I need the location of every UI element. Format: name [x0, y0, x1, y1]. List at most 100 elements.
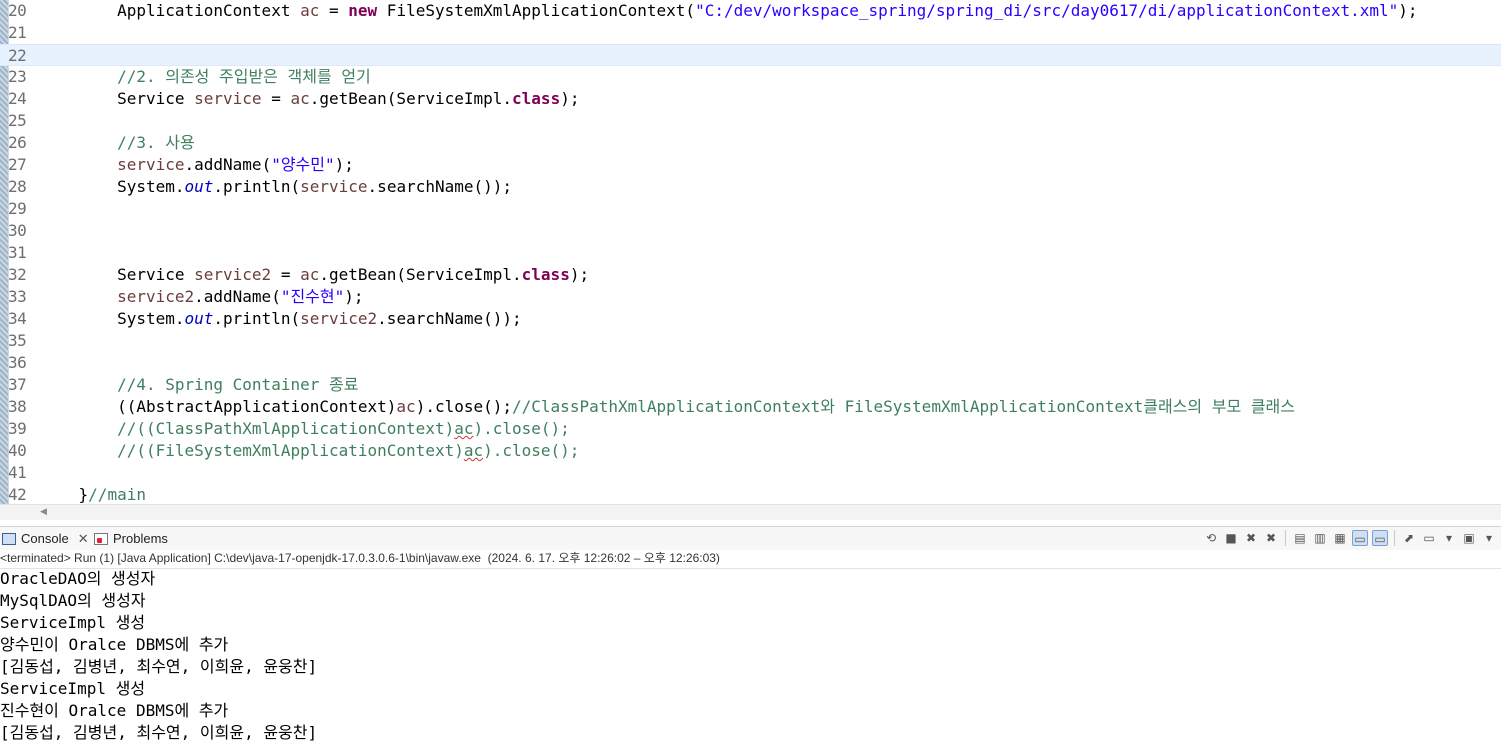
code-token: //4. Spring Container 종료 — [117, 375, 359, 394]
code-token: ); — [1398, 1, 1418, 20]
code-token: ac — [463, 441, 484, 460]
scroll-lock-icon[interactable]: ▥ — [1312, 530, 1328, 546]
code-line[interactable]: 26 //3. 사용 — [0, 132, 1501, 154]
code-token: .getBean(ServiceImpl. — [309, 89, 513, 108]
remove-all-terminated-icon[interactable]: ✖ — [1263, 530, 1279, 546]
console-output[interactable]: OracleDAO의 생성자 MySqlDAO의 생성자 ServiceImpl 생… — [0, 568, 1501, 744]
line-number: 39 — [8, 419, 27, 438]
code-line[interactable]: 25 — [0, 110, 1501, 132]
tab-problems[interactable]: Problems — [94, 529, 168, 549]
line-number: 36 — [8, 353, 27, 372]
tab-problems-label: Problems — [113, 531, 168, 546]
code-line[interactable]: 36 — [0, 352, 1501, 374]
code-token: FileSystemXmlApplicationContext( — [377, 1, 696, 20]
chevron-down-icon[interactable]: ▾ — [1441, 530, 1457, 546]
console-output-line: MySqlDAO의 생성자 — [0, 591, 146, 610]
code-text: }//main — [40, 484, 146, 504]
code-token: ac — [300, 1, 320, 20]
line-number: 41 — [8, 463, 27, 482]
code-token: ac — [396, 397, 416, 416]
code-line[interactable]: 22 — [0, 44, 1501, 66]
clear-console-icon[interactable]: ▤ — [1292, 530, 1308, 546]
code-token: new — [348, 1, 378, 20]
code-token: .searchName()); — [377, 309, 522, 328]
code-token: = — [271, 265, 301, 284]
line-number: 28 — [8, 177, 27, 196]
code-line[interactable]: 37 //4. Spring Container 종료 — [0, 374, 1501, 396]
code-line[interactable]: 29 — [0, 198, 1501, 220]
code-editor[interactable]: 20 ApplicationContext ac = new FileSyste… — [0, 0, 1501, 504]
code-token: "진수현" — [280, 287, 345, 306]
chevron-down-icon[interactable]: ▾ — [1481, 530, 1497, 546]
code-token: ac — [454, 419, 474, 438]
code-token: = — [319, 1, 349, 20]
show-on-stderr-icon[interactable]: ▭ — [1372, 530, 1388, 546]
console-output-line: 진수현이 Oralce DBMS에 추가 — [0, 701, 229, 720]
scroll-left-arrow-icon[interactable]: ◀ — [40, 507, 47, 517]
code-text: ApplicationContext ac = new FileSystemXm… — [40, 0, 1418, 22]
code-token: //((ClassPathXmlApplicationContext) — [117, 419, 455, 438]
code-line[interactable]: 33 service2.addName("진수현"); — [0, 286, 1501, 308]
console-status-line: <terminated> Run (1) [Java Application] … — [0, 550, 1501, 569]
code-text: Service service = ac.getBean(ServiceImpl… — [40, 88, 579, 110]
open-console-icon[interactable]: ▣ — [1461, 530, 1477, 546]
code-line[interactable]: 28 System.out.println(service.searchName… — [0, 176, 1501, 198]
tab-console[interactable]: Console ✕ — [2, 529, 89, 549]
terminate-icon[interactable]: ■ — [1223, 530, 1239, 546]
code-line[interactable]: 20 ApplicationContext ac = new FileSyste… — [0, 0, 1501, 22]
console-output-line: OracleDAO의 생성자 — [0, 569, 156, 588]
console-toolbar: ⟲ ■ ✖ ✖ ▤ ▥ ▦ ▭ ▭ ⬈ ▭ ▾ ▣ ▾ — [1203, 530, 1497, 546]
code-line[interactable]: 35 — [0, 330, 1501, 352]
console-output-line: ServiceImpl 생성 — [0, 679, 146, 698]
display-selected-console-icon[interactable]: ▭ — [1421, 530, 1437, 546]
code-line[interactable]: 31 — [0, 242, 1501, 264]
line-number: 34 — [8, 309, 27, 328]
code-token: ).close(); — [483, 441, 580, 460]
code-line[interactable]: 39 //((ClassPathXmlApplicationContext)ac… — [0, 418, 1501, 440]
code-line[interactable]: 34 System.out.println(service2.searchNam… — [0, 308, 1501, 330]
code-token: //main — [88, 485, 146, 504]
code-line[interactable]: 27 service.addName("양수민"); — [0, 154, 1501, 176]
console-icon — [2, 533, 16, 545]
code-token: class — [521, 265, 570, 284]
code-token: ApplicationContext — [40, 1, 301, 20]
code-token: Service — [40, 265, 195, 284]
code-line[interactable]: 23 //2. 의존성 주입받은 객체를 얻기 — [0, 66, 1501, 88]
code-line[interactable]: 41 — [0, 462, 1501, 484]
code-token: .addName( — [184, 155, 272, 174]
word-wrap-icon[interactable]: ▦ — [1332, 530, 1348, 546]
remove-launch-icon[interactable]: ✖ — [1243, 530, 1259, 546]
code-token: ); — [569, 265, 590, 284]
code-line[interactable]: 24 Service service = ac.getBean(ServiceI… — [0, 88, 1501, 110]
code-text: System.out.println(service.searchName())… — [40, 176, 512, 198]
code-token: //2. 의존성 주입받은 객체를 얻기 — [117, 67, 371, 86]
code-token: .println( — [213, 309, 301, 328]
code-line[interactable]: 30 — [0, 220, 1501, 242]
code-token: ac — [290, 89, 310, 108]
editor-horizontal-scrollbar[interactable]: ◀ — [0, 504, 1501, 520]
code-line[interactable]: 32 Service service2 = ac.getBean(Service… — [0, 264, 1501, 286]
console-tab-bar: Console ✕ Problems ⟲ ■ ✖ ✖ ▤ ▥ ▦ ▭ ▭ ⬈ ▭… — [0, 526, 1501, 551]
console-output-line: 양수민이 Oralce DBMS에 추가 — [0, 635, 229, 654]
code-line[interactable]: 21 — [0, 22, 1501, 44]
code-token: class — [512, 89, 561, 108]
pin-console-icon[interactable]: ⟲ — [1203, 530, 1219, 546]
code-token: .println( — [213, 177, 301, 196]
line-number: 38 — [8, 397, 27, 416]
code-line[interactable]: 42 }//main — [0, 484, 1501, 504]
code-token: ); — [344, 287, 364, 306]
code-text: ((AbstractApplicationContext)ac).close()… — [40, 396, 1295, 418]
line-number: 32 — [8, 265, 27, 284]
code-token: Service — [40, 89, 195, 108]
close-icon[interactable]: ✕ — [78, 529, 89, 549]
code-text: //((FileSystemXmlApplicationContext)ac).… — [40, 440, 579, 462]
code-token: ac — [300, 265, 320, 284]
code-line[interactable]: 38 ((AbstractApplicationContext)ac).clos… — [0, 396, 1501, 418]
pin-icon[interactable]: ⬈ — [1401, 530, 1417, 546]
show-on-stdout-icon[interactable]: ▭ — [1352, 530, 1368, 546]
code-line[interactable]: 40 //((FileSystemXmlApplicationContext)a… — [0, 440, 1501, 462]
code-token: service2 — [300, 309, 378, 328]
